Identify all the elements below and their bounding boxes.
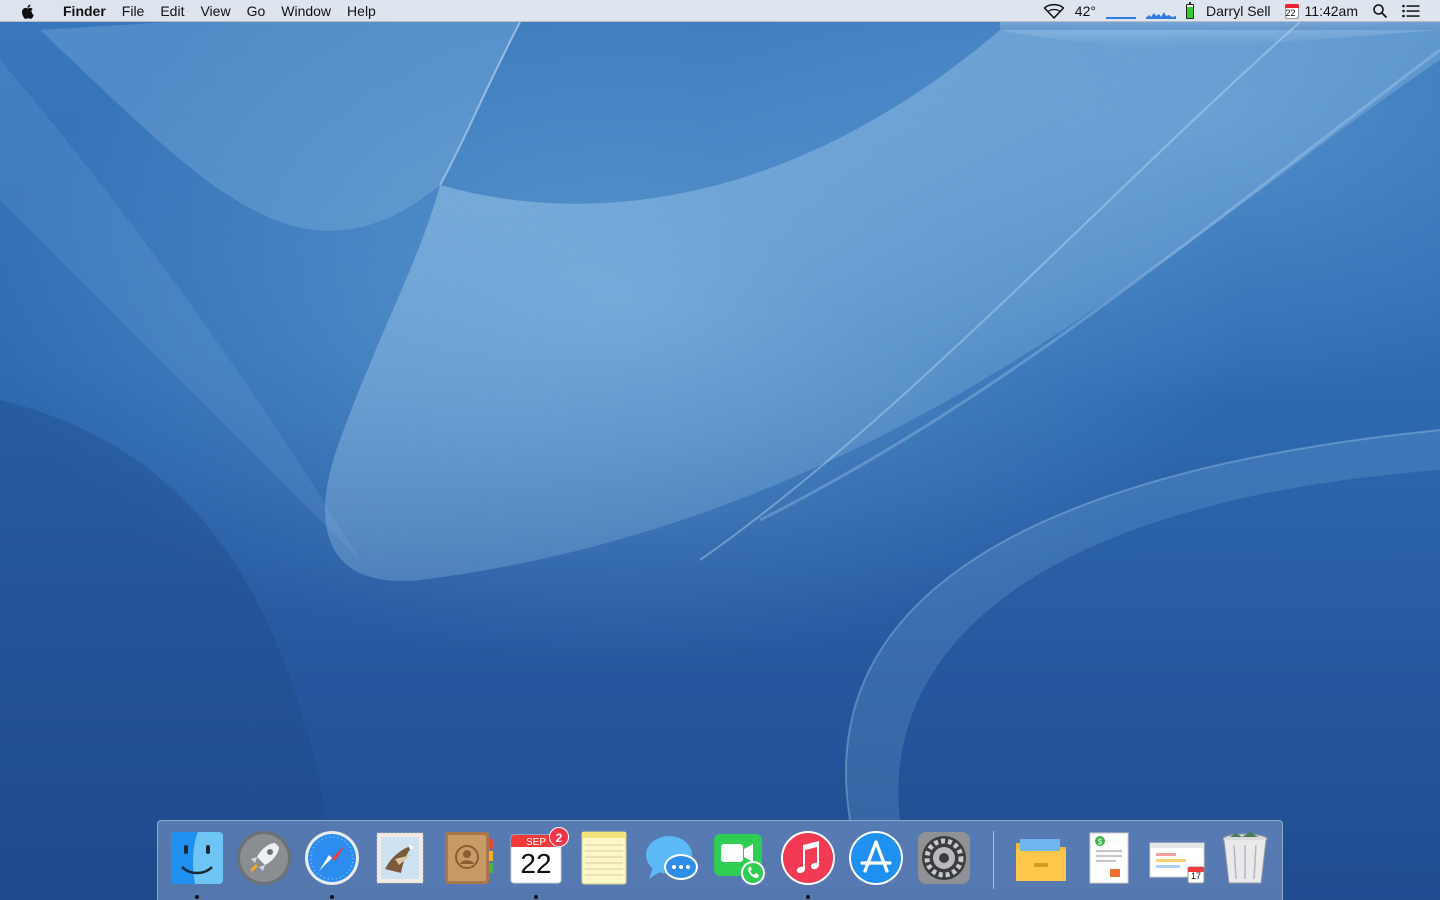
dock-calendar[interactable]: SEP 22 2: [507, 827, 569, 899]
dock-itunes[interactable]: [779, 829, 837, 899]
contacts-icon: [445, 832, 493, 884]
messages-icon: [646, 836, 698, 880]
facetime-icon: [714, 834, 765, 885]
app-store-icon: [849, 831, 903, 885]
wallpaper-waves: [0, 21, 1440, 900]
folder-stack-icon: [1016, 839, 1066, 881]
dock-finder[interactable]: [168, 829, 226, 899]
notification-center-icon[interactable]: [1402, 4, 1420, 18]
svg-text:$: $: [1097, 837, 1102, 846]
dock-stack-downloads[interactable]: 17: [1148, 829, 1206, 889]
dock-safari[interactable]: [303, 829, 361, 899]
notes-icon: [581, 831, 627, 885]
menu-go[interactable]: Go: [239, 0, 274, 22]
dock-stack-applications[interactable]: [1012, 829, 1070, 889]
mail-icon: [376, 832, 424, 884]
dock-system-preferences[interactable]: [915, 829, 973, 889]
dock-facetime[interactable]: [711, 829, 769, 889]
dock-app-store[interactable]: [847, 829, 905, 889]
menu-view[interactable]: View: [192, 0, 238, 22]
battery-icon[interactable]: [1185, 1, 1194, 19]
wifi-icon[interactable]: [1043, 3, 1065, 19]
cpu-monitor-icon[interactable]: [1145, 3, 1176, 19]
launchpad-icon: [237, 831, 291, 885]
calendar-mini-day: 22: [1285, 7, 1296, 18]
finder-icon: [171, 832, 223, 884]
running-indicator: [806, 895, 810, 899]
dock-messages[interactable]: [643, 829, 701, 889]
desktop-wallpaper: [0, 0, 1440, 900]
menu-help[interactable]: Help: [339, 0, 384, 22]
system-preferences-icon: [918, 832, 970, 884]
calendar-day: 22: [520, 848, 552, 879]
menu-file[interactable]: File: [114, 0, 153, 22]
menu-window[interactable]: Window: [273, 0, 339, 22]
clock[interactable]: 11:42am: [1305, 3, 1358, 19]
dock-stack-documents[interactable]: $: [1080, 829, 1138, 889]
trash-icon: [1222, 832, 1268, 884]
user-name[interactable]: Darryl Sell: [1206, 3, 1271, 19]
weather-temperature[interactable]: 42°: [1075, 3, 1096, 19]
dock-contacts[interactable]: [439, 829, 497, 889]
network-monitor-icon[interactable]: [1105, 3, 1136, 19]
dock-launchpad[interactable]: [235, 829, 293, 889]
downloads-date-label: 17: [1190, 871, 1201, 881]
safari-icon: [305, 831, 359, 885]
running-indicator: [534, 895, 538, 899]
menu-app-finder[interactable]: Finder: [55, 0, 114, 22]
apple-menu-icon[interactable]: [19, 2, 37, 20]
menu-bar: Finder File Edit View Go Window Help 42°…: [0, 0, 1440, 22]
dock: SEP 22 2 $ 17: [157, 820, 1283, 900]
running-indicator: [195, 895, 199, 899]
dock-divider: [993, 831, 994, 889]
dock-trash[interactable]: [1216, 829, 1274, 889]
dock-mail[interactable]: [371, 829, 429, 889]
menu-edit[interactable]: Edit: [152, 0, 192, 22]
spotlight-search-icon[interactable]: [1372, 3, 1388, 19]
documents-stack-icon: $: [1089, 832, 1129, 884]
running-indicator: [330, 895, 334, 899]
calendar-badge: 2: [549, 827, 569, 847]
dock-notes[interactable]: [575, 829, 633, 889]
calendar-mini-icon[interactable]: 22: [1284, 3, 1299, 19]
itunes-icon: [781, 831, 835, 885]
